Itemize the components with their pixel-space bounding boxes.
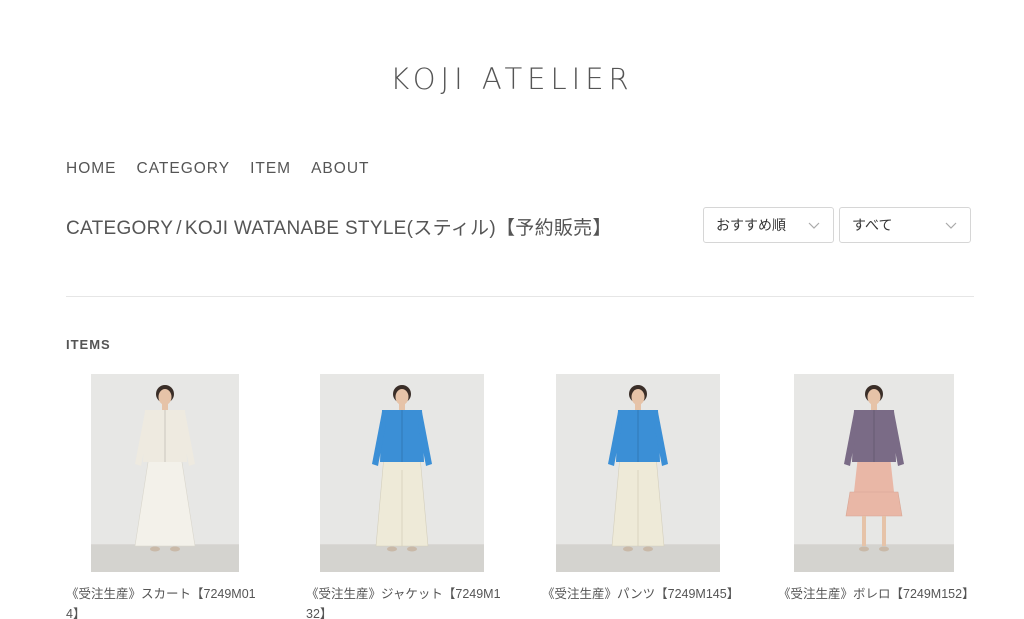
product-card[interactable]: 《受注生産》スカート【7249M014】 [66,374,291,619]
product-photo-2 [556,374,720,572]
nav-item[interactable]: ITEM [250,160,291,178]
shoe-left [150,546,160,552]
filter-select-value: すべて [852,217,893,233]
model-neck [399,404,405,410]
model-face [158,389,172,405]
photo-floor [556,544,720,572]
site-logo[interactable]: KOJI ATELIER [0,62,1024,96]
photo-floor [320,544,484,572]
product-title[interactable]: 《受注生産》パンツ【7249M145】 [542,584,739,604]
model-face [395,389,409,405]
chevron-down-icon [944,218,958,232]
product-photo-0 [91,374,239,572]
shoe-left [859,546,869,552]
shoe-right [643,546,653,552]
nav-category[interactable]: CATEGORY [137,160,231,178]
section-divider [66,296,974,297]
product-image[interactable] [320,374,484,572]
product-title[interactable]: 《受注生産》ボレロ【7249M152】 [778,584,975,604]
logo-link[interactable]: KOJI ATELIER [390,62,633,96]
sort-select[interactable]: おすすめ順 [703,207,834,243]
shoe-left [387,546,397,552]
items-heading: ITEMS [66,337,111,352]
sort-select-value: おすすめ順 [716,217,786,233]
leg-right [882,516,886,546]
chevron-down-icon [807,218,821,232]
shoe-right [407,546,417,552]
shoe-left [623,546,633,552]
breadcrumb: CATEGORY / KOJI WATANABE STYLE(スティル)【予約販売】 [66,213,612,240]
photo-floor [794,544,954,572]
nav-home[interactable]: HOME [66,160,117,178]
product-card[interactable]: 《受注生産》パンツ【7249M145】 [542,374,756,601]
product-title[interactable]: 《受注生産》スカート【7249M014】 [66,584,261,619]
product-image[interactable] [556,374,720,572]
product-card[interactable]: 《受注生産》ジャケット【7249M132】 [306,374,520,619]
skirt-ruffle [845,491,903,517]
shoe-right [170,546,180,552]
model-face [867,389,881,405]
product-card[interactable]: 《受注生産》ボレロ【7249M152】 [778,374,994,601]
page: KOJI ATELIER HOME CATEGORY ITEM ABOUT CA… [0,0,1024,619]
filter-select[interactable]: すべて [839,207,971,243]
product-image[interactable] [91,374,239,572]
leg-left [862,516,866,546]
product-image[interactable] [794,374,954,572]
photo-floor [91,544,239,572]
breadcrumb-current: KOJI WATANABE STYLE(スティル)【予約販売】 [184,218,612,239]
nav-about[interactable]: ABOUT [311,160,369,178]
main-nav: HOME CATEGORY ITEM ABOUT [66,160,370,178]
model-neck [162,404,168,410]
model-face [631,389,645,405]
product-title[interactable]: 《受注生産》ジャケット【7249M132】 [306,584,501,619]
model-neck [635,404,641,410]
product-photo-1 [320,374,484,572]
shoe-right [879,546,889,552]
breadcrumb-separator: / [176,218,182,239]
product-photo-3 [794,374,954,572]
breadcrumb-section[interactable]: CATEGORY [66,218,173,239]
model-neck [871,404,877,410]
